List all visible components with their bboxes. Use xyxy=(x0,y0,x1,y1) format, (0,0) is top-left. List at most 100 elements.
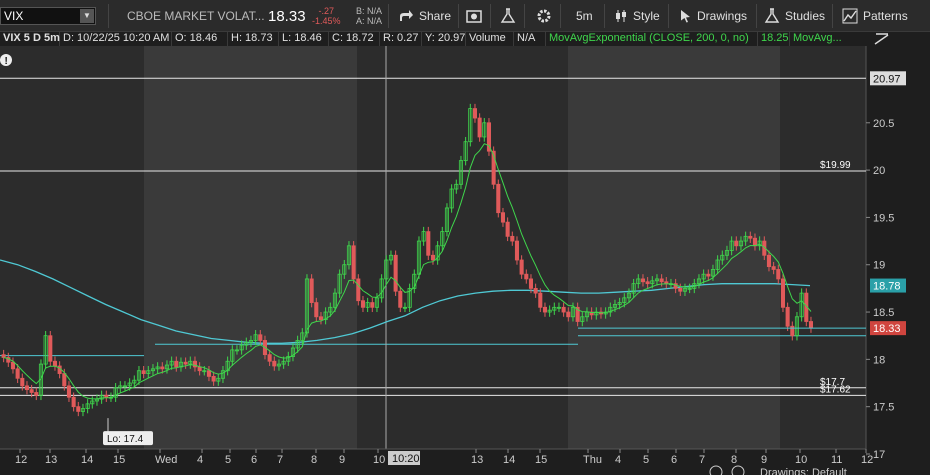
candle-body xyxy=(748,235,753,239)
low-value: L: 18.46 xyxy=(279,32,329,46)
x-tick-label: Wed xyxy=(155,454,177,466)
ask-value: A: N/A xyxy=(356,16,383,26)
drawings-button[interactable]: Drawings xyxy=(678,0,747,32)
candle-body xyxy=(785,306,790,327)
candle-body xyxy=(496,183,501,214)
x-tick-label: 9 xyxy=(339,454,345,466)
candle-body xyxy=(20,377,25,387)
flask-button[interactable] xyxy=(500,0,521,32)
toolbar-divider xyxy=(458,4,459,28)
drawings-label: Drawings xyxy=(697,9,748,23)
price-marker-label: 18.33 xyxy=(873,323,901,335)
candle-body xyxy=(771,266,776,270)
price-level-label: 20.97 xyxy=(873,73,901,85)
candle-body xyxy=(71,396,76,408)
price-level-label: $19.99 xyxy=(820,160,851,171)
study-value: 18.25 xyxy=(758,32,790,46)
x-tick-label: 15 xyxy=(535,454,547,466)
candle-body xyxy=(24,385,30,391)
candle-body xyxy=(351,245,356,280)
price-marker-label: 18.78 xyxy=(873,281,901,293)
session-band xyxy=(357,46,568,456)
x-tick-label: 10 xyxy=(373,454,385,466)
timeframe-button[interactable]: 5m xyxy=(576,0,593,32)
y-tick-label: 18.5 xyxy=(873,307,894,319)
candle-body xyxy=(766,254,771,268)
candle-body xyxy=(174,360,179,368)
close-value: C: 18.72 xyxy=(329,32,380,46)
candle-body xyxy=(29,389,34,393)
x-tick-label: 13 xyxy=(45,454,57,466)
study-short-label[interactable]: MovAvg... xyxy=(790,32,850,46)
x-tick-label: 7 xyxy=(277,454,283,466)
share-label: Share xyxy=(419,9,452,23)
candle-body xyxy=(104,394,109,398)
percent-change: -1.45% xyxy=(312,16,341,26)
patterns-button[interactable]: Patterns xyxy=(842,0,908,32)
share-icon xyxy=(400,10,413,21)
settings-button[interactable] xyxy=(536,0,557,32)
candle-body xyxy=(1,354,6,358)
symbol-input[interactable]: VIX ▼ xyxy=(0,7,96,25)
candle-body xyxy=(356,278,361,302)
candle-body xyxy=(48,335,53,362)
share-button[interactable]: Share xyxy=(398,0,451,32)
x-tick-label: 12 xyxy=(15,454,27,466)
candle-body xyxy=(780,278,785,308)
open-value: O: 18.46 xyxy=(172,32,228,46)
x-tick-label: Thu xyxy=(583,454,602,466)
volume-label: Volume xyxy=(466,32,514,46)
symbol-description: CBOE MARKET VOLAT... xyxy=(127,9,265,23)
x-tick-label: 15 xyxy=(113,454,125,466)
crosshair-time-label: 10:20 xyxy=(392,453,420,465)
toolbar-divider xyxy=(668,4,669,28)
style-button[interactable]: Style xyxy=(614,0,660,32)
x-tick-label: 11 xyxy=(831,454,842,466)
candle-body xyxy=(15,368,20,379)
top-toolbar: VIX ▼ CBOE MARKET VOLAT... 18.33 -.27 -1… xyxy=(0,0,930,32)
candle-body xyxy=(183,361,188,365)
candle-body xyxy=(776,269,781,280)
candle-body xyxy=(514,240,519,261)
x-tick-label: 8 xyxy=(731,454,737,466)
y-tick-label: 17.5 xyxy=(873,402,894,414)
candle-body xyxy=(318,316,324,321)
x-tick-label: 5 xyxy=(225,454,231,466)
candle-body xyxy=(398,290,403,308)
y-tick-label: 20 xyxy=(873,165,885,177)
patterns-label: Patterns xyxy=(863,9,908,23)
toolbar-divider xyxy=(108,4,109,28)
style-label: Style xyxy=(633,9,660,23)
study-label[interactable]: MovAvgExponential (CLOSE, 200, 0, no) xyxy=(546,32,758,46)
candle-body xyxy=(640,278,645,283)
candle-body xyxy=(524,273,529,280)
expand-icon[interactable] xyxy=(872,32,892,46)
low-annotation-label: Lo: 17.4 xyxy=(107,434,144,445)
net-change: -.27 xyxy=(318,6,335,16)
price-chart[interactable]: 1717.51818.51919.52020.520.97$19.99$17.7… xyxy=(0,46,930,475)
toolbar-divider xyxy=(560,4,561,28)
candle-body xyxy=(561,306,566,313)
gear-icon xyxy=(537,9,551,23)
session-band xyxy=(0,46,144,456)
session-band xyxy=(568,46,780,456)
snapshot-button[interactable] xyxy=(466,0,487,32)
chevron-down-icon[interactable]: ▼ xyxy=(80,9,94,23)
candle-body xyxy=(197,366,202,372)
candle-body xyxy=(505,221,510,237)
toolbar-divider xyxy=(756,4,757,28)
candle-body xyxy=(510,235,515,242)
candle-body xyxy=(752,237,757,247)
drawings-set-label: Drawings: Default xyxy=(760,467,847,475)
candle-body xyxy=(533,287,538,294)
candle-body xyxy=(393,254,398,292)
studies-label: Studies xyxy=(785,9,826,23)
y-tick-label: 20.5 xyxy=(873,118,894,130)
flask-icon xyxy=(500,8,516,23)
candle-body xyxy=(678,287,683,292)
candle-body xyxy=(645,281,650,285)
candle-style-icon xyxy=(616,10,626,22)
studies-button[interactable]: Studies xyxy=(764,0,825,32)
change-block: -.27 -1.45% xyxy=(312,0,341,32)
candle-body xyxy=(272,360,277,367)
